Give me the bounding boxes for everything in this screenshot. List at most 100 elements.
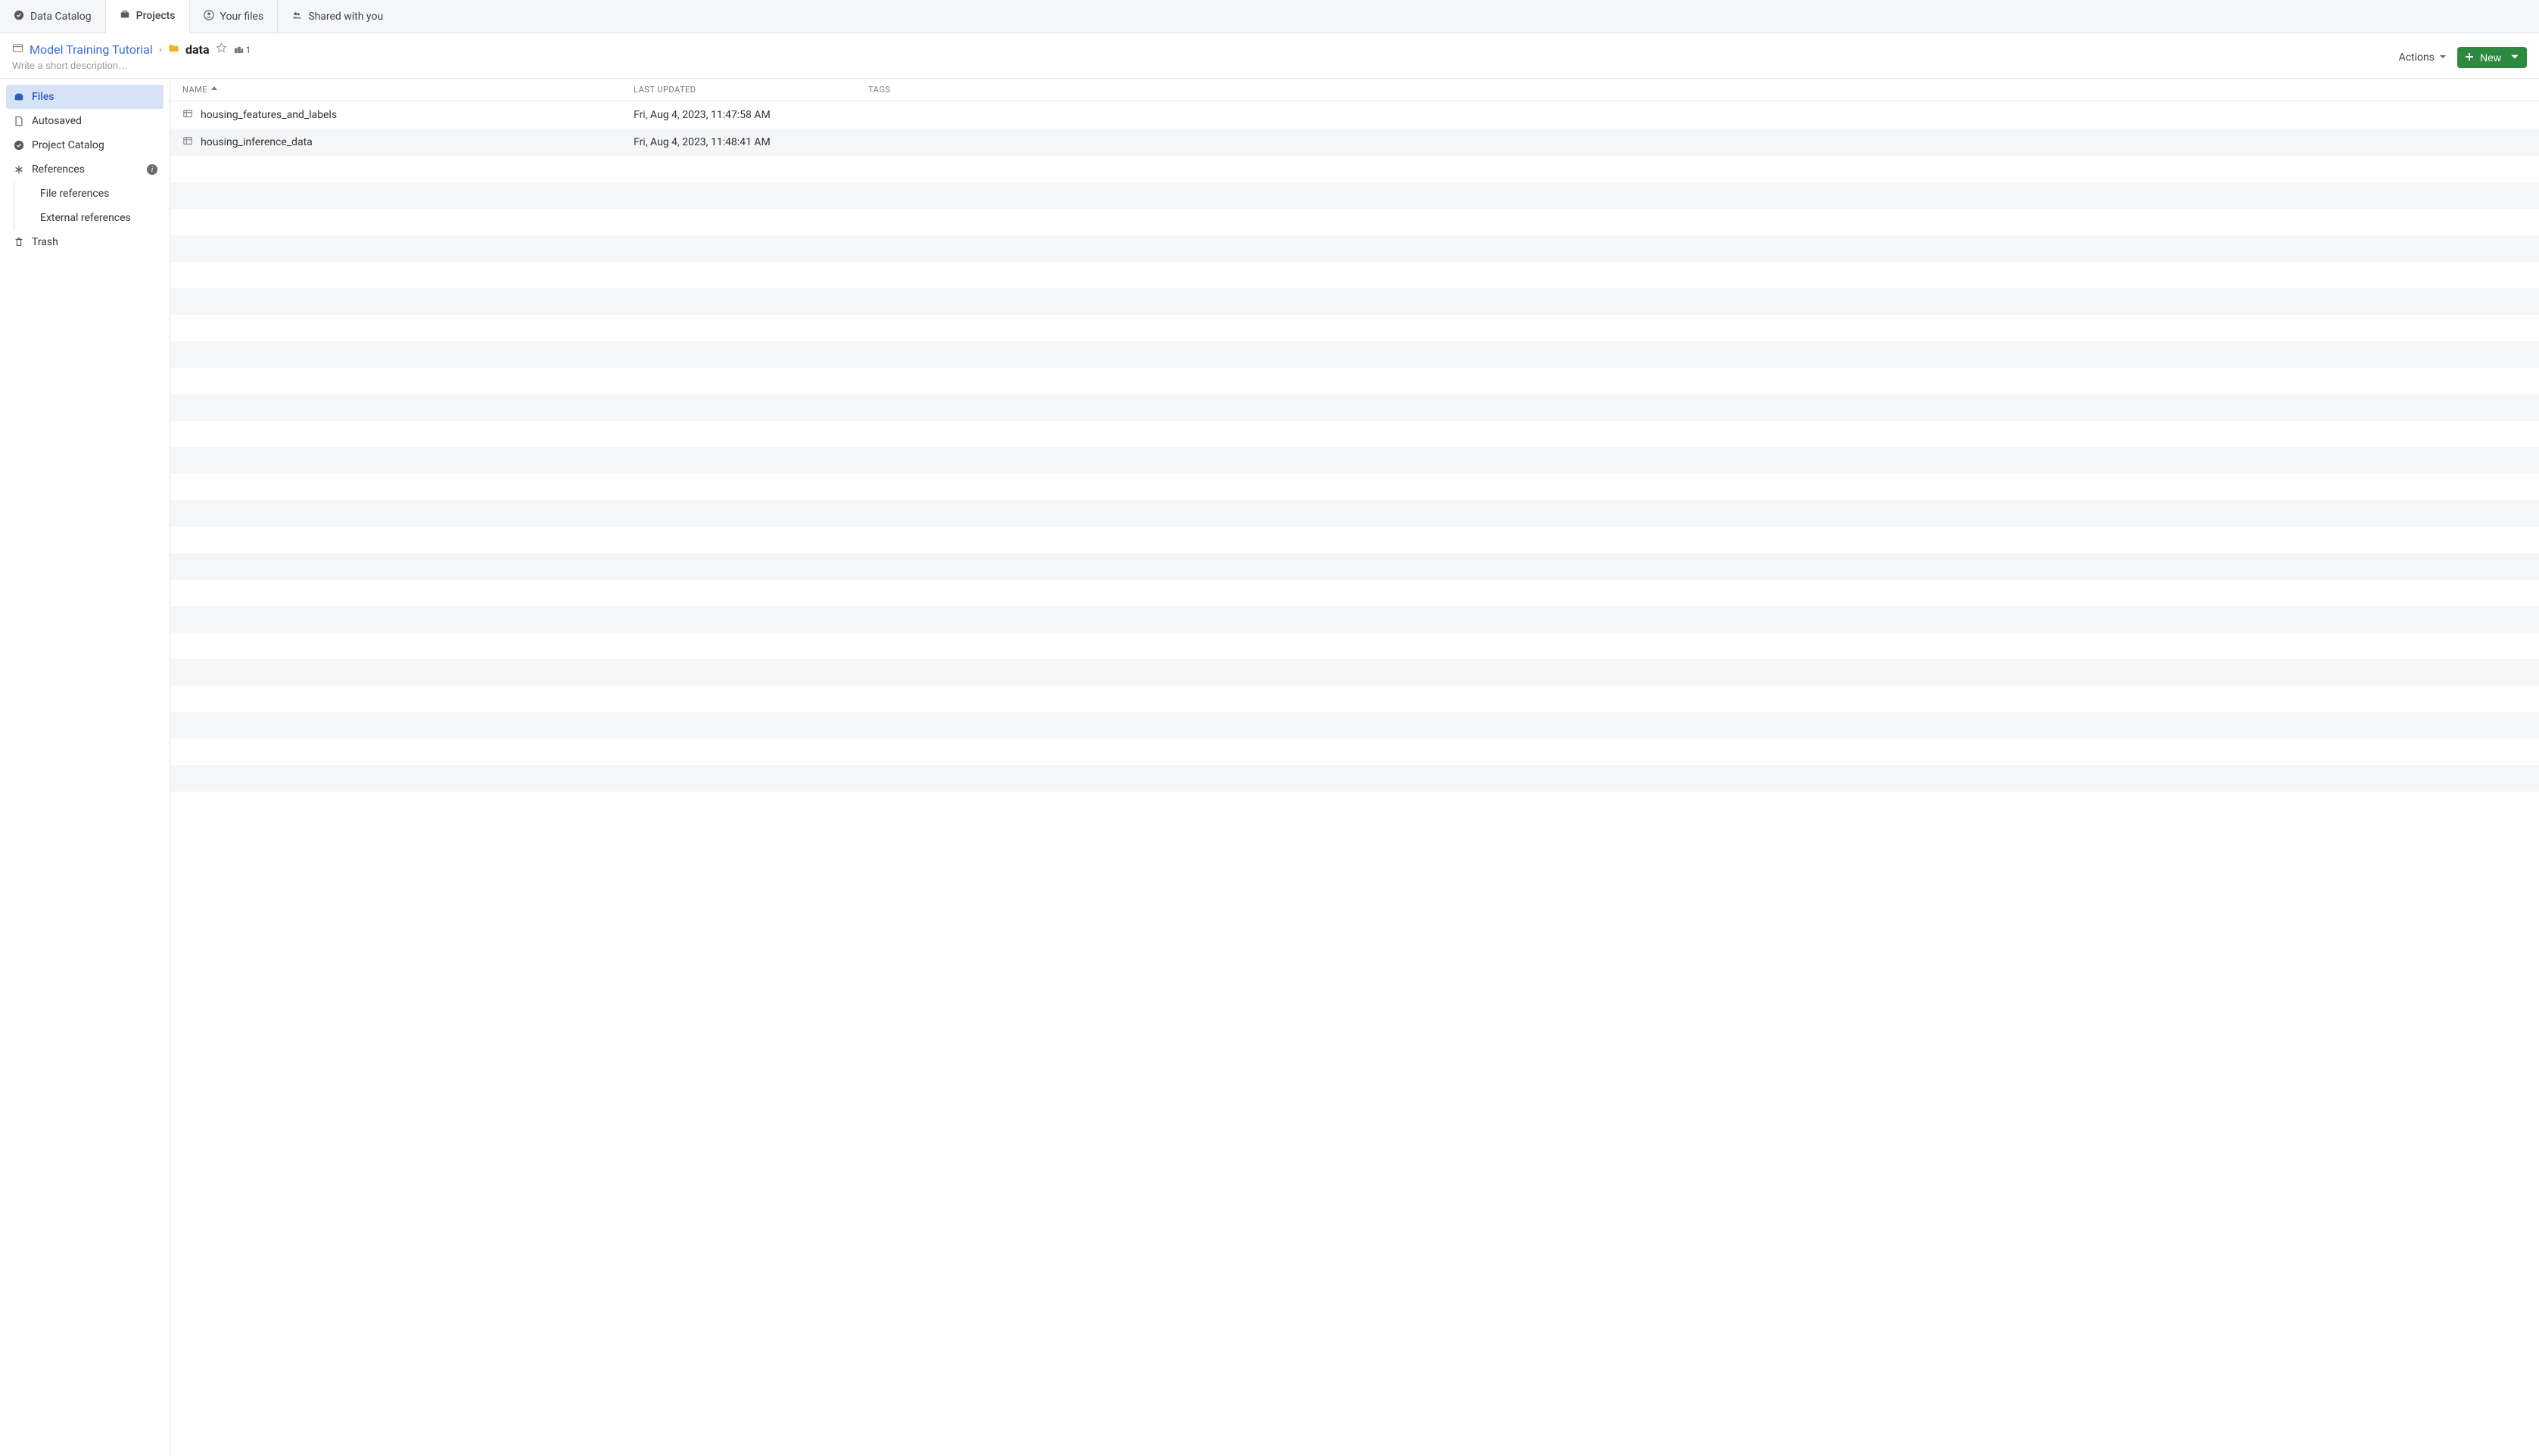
table-row-empty	[170, 394, 2539, 421]
actions-button[interactable]: Actions	[2399, 51, 2447, 64]
top-tabs: Data Catalog Projects Your files Shared …	[0, 0, 2539, 33]
file-name-cell: housing_inference_data	[182, 135, 634, 149]
tab-label: Data Catalog	[30, 11, 92, 23]
table-row-empty	[170, 209, 2539, 235]
file-name: housing_inference_data	[201, 136, 313, 148]
dataset-icon	[182, 108, 193, 122]
column-label: Last Updated	[634, 85, 696, 95]
table-row-empty	[170, 368, 2539, 394]
tab-label: Shared with you	[308, 11, 383, 23]
asterisk-icon	[14, 164, 24, 175]
project-icon	[12, 42, 23, 57]
chevron-right-icon: ›	[159, 44, 162, 56]
sidebar-item-label: Files	[32, 91, 55, 103]
document-icon	[14, 116, 24, 126]
breadcrumb: Model Training Tutorial › data 1	[12, 42, 251, 57]
file-table-body: housing_features_and_labels Fri, Aug 4, 2…	[170, 101, 2539, 792]
sidebar-item-trash[interactable]: Trash	[6, 230, 164, 254]
tab-label: Your files	[220, 11, 264, 23]
sidebar-item-autosaved[interactable]: Autosaved	[6, 109, 164, 133]
user-circle-icon	[204, 10, 214, 23]
column-header-updated[interactable]: Last Updated	[634, 85, 868, 95]
table-row-empty	[170, 686, 2539, 712]
users-icon	[291, 10, 302, 23]
file-table-header: Name Last Updated Tags	[170, 79, 2539, 101]
table-row-empty	[170, 765, 2539, 792]
tab-label: Projects	[136, 10, 176, 22]
file-updated: Fri, Aug 4, 2023, 11:47:58 AM	[634, 109, 868, 121]
tab-projects[interactable]: Projects	[106, 0, 190, 33]
table-row-empty	[170, 659, 2539, 686]
star-icon[interactable]	[216, 42, 227, 57]
check-circle-icon	[14, 10, 24, 23]
file-name-cell: housing_features_and_labels	[182, 108, 634, 122]
file-updated: Fri, Aug 4, 2023, 11:48:41 AM	[634, 136, 868, 148]
column-header-tags[interactable]: Tags	[868, 85, 2527, 95]
table-row-empty	[170, 341, 2539, 368]
sidebar: Files Autosaved Project Catalog Referenc…	[0, 79, 170, 1455]
sidebar-item-label: External references	[40, 212, 131, 224]
table-row-empty	[170, 156, 2539, 182]
sidebar-item-label: Autosaved	[32, 115, 82, 127]
table-row-empty	[170, 262, 2539, 288]
table-row-empty	[170, 235, 2539, 262]
sort-asc-icon	[210, 85, 218, 95]
sidebar-item-label: File references	[40, 188, 109, 200]
plus-icon	[2465, 51, 2474, 64]
table-row-empty	[170, 580, 2539, 606]
table-row-empty	[170, 553, 2539, 580]
trash-icon	[14, 237, 24, 247]
column-label: Name	[182, 85, 207, 95]
folder-icon	[168, 42, 179, 57]
table-row-empty	[170, 527, 2539, 553]
column-header-name[interactable]: Name	[182, 85, 634, 95]
table-row-empty	[170, 315, 2539, 341]
caret-down-icon	[2510, 51, 2519, 64]
sidebar-item-label: References	[32, 163, 85, 176]
breadcrumb-current: data	[185, 42, 210, 57]
page-header: Model Training Tutorial › data 1 Actions	[0, 33, 2539, 79]
sidebar-references-sub: File references External references	[14, 182, 164, 230]
new-label: New	[2480, 51, 2501, 64]
table-row-empty	[170, 474, 2539, 500]
table-row-empty	[170, 500, 2539, 527]
breadcrumb-block: Model Training Tutorial › data 1	[12, 42, 251, 72]
sidebar-item-project-catalog[interactable]: Project Catalog	[6, 133, 164, 157]
file-pane: Name Last Updated Tags housing_features_…	[170, 79, 2539, 1455]
dataset-icon	[182, 135, 193, 149]
new-button[interactable]: New	[2457, 47, 2527, 68]
column-label: Tags	[868, 85, 890, 95]
sidebar-item-file-references[interactable]: File references	[36, 182, 164, 206]
check-circle-icon	[14, 140, 24, 151]
tab-shared-with-you[interactable]: Shared with you	[278, 0, 397, 33]
files-icon	[14, 92, 24, 102]
table-row-empty	[170, 288, 2539, 315]
sidebar-item-references[interactable]: References i	[6, 157, 164, 182]
body-area: Files Autosaved Project Catalog Referenc…	[0, 79, 2539, 1455]
table-row-empty	[170, 606, 2539, 633]
table-row-empty	[170, 712, 2539, 739]
description-input[interactable]	[12, 60, 239, 71]
table-row-empty	[170, 447, 2539, 474]
table-row-empty	[170, 739, 2539, 765]
tab-your-files[interactable]: Your files	[190, 0, 279, 33]
info-icon[interactable]: i	[147, 164, 157, 175]
share-icon[interactable]: 1	[233, 44, 251, 55]
file-name: housing_features_and_labels	[201, 109, 337, 121]
table-row-empty	[170, 633, 2539, 659]
table-row[interactable]: housing_inference_data Fri, Aug 4, 2023, …	[170, 129, 2539, 156]
sidebar-item-label: Trash	[32, 236, 58, 248]
table-row-empty	[170, 421, 2539, 447]
sidebar-item-external-references[interactable]: External references	[36, 206, 164, 230]
table-row[interactable]: housing_features_and_labels Fri, Aug 4, 2…	[170, 101, 2539, 129]
tab-data-catalog[interactable]: Data Catalog	[0, 0, 106, 33]
header-actions: Actions New	[2399, 42, 2527, 68]
briefcase-icon	[120, 9, 130, 23]
sidebar-item-label: Project Catalog	[32, 139, 104, 151]
table-row-empty	[170, 182, 2539, 209]
share-count: 1	[246, 45, 251, 55]
caret-down-icon	[2439, 51, 2447, 64]
breadcrumb-parent[interactable]: Model Training Tutorial	[30, 42, 153, 57]
sidebar-item-files[interactable]: Files	[6, 85, 164, 109]
actions-label: Actions	[2399, 51, 2435, 64]
